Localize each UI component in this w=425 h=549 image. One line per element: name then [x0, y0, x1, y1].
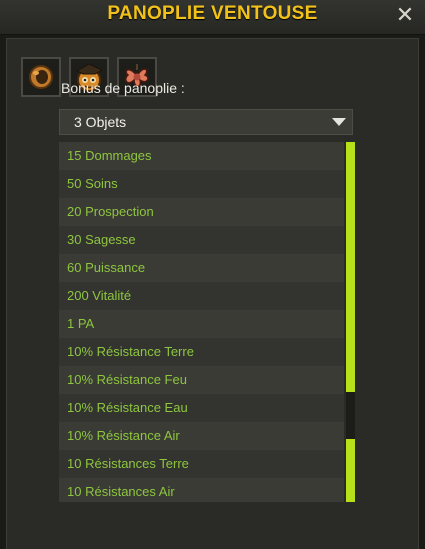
- scrollbar-thumb-upper[interactable]: [346, 142, 355, 392]
- bonus-row: 10% Résistance Feu: [59, 366, 344, 394]
- bonus-row: 10% Résistance Terre: [59, 338, 344, 366]
- bonus-row: 50 Soins: [59, 170, 344, 198]
- bonus-text: 20 Prospection: [67, 204, 154, 219]
- chevron-down-icon: [332, 118, 346, 126]
- close-icon[interactable]: ✕: [393, 4, 417, 28]
- bonus-row: 60 Puissance: [59, 254, 344, 282]
- bonus-row: 10 Résistances Air: [59, 478, 344, 502]
- bonus-row: 10% Résistance Eau: [59, 394, 344, 422]
- dropdown-selected-value: 3 Objets: [74, 114, 127, 130]
- bonus-text: 30 Sagesse: [67, 232, 136, 247]
- bonus-text: 10% Résistance Terre: [67, 344, 194, 359]
- bonus-text: 10% Résistance Air: [67, 428, 180, 443]
- bonus-text: 10 Résistances Terre: [67, 456, 189, 471]
- bonus-row: 200 Vitalité: [59, 282, 344, 310]
- bonus-row: 1 PA: [59, 310, 344, 338]
- bonus-row: 20 Prospection: [59, 198, 344, 226]
- bonus-text: 60 Puissance: [67, 260, 146, 275]
- bonus-list-scrollbar[interactable]: [346, 142, 355, 502]
- set-item-ring[interactable]: [21, 57, 61, 97]
- bonus-row: 15 Dommages: [59, 142, 344, 170]
- bonus-text: 10 Résistances Air: [67, 484, 175, 499]
- scrollbar-thumb-lower[interactable]: [346, 439, 355, 502]
- bonus-text: 200 Vitalité: [67, 288, 132, 303]
- bonus-list: 15 Dommages 50 Soins 20 Prospection 30 S…: [59, 142, 355, 502]
- bonus-row: 10 Résistances Terre: [59, 450, 344, 478]
- window-title: PANOPLIE VENTOUSE: [107, 3, 318, 24]
- bonus-count-dropdown[interactable]: 3 Objets: [59, 109, 353, 135]
- bonus-row: 10% Résistance Air: [59, 422, 344, 450]
- bonus-text: 1 PA: [67, 316, 95, 331]
- bonus-text: 50 Soins: [67, 176, 118, 191]
- bonus-text: 10% Résistance Feu: [67, 372, 187, 387]
- bonus-text: 15 Dommages: [67, 148, 152, 163]
- ring-icon: [29, 65, 53, 89]
- bonus-row: 30 Sagesse: [59, 226, 344, 254]
- bonus-label: Bonus de panoplie :: [61, 80, 185, 96]
- bonus-text: 10% Résistance Eau: [67, 400, 188, 415]
- title-bar: PANOPLIE VENTOUSE ✕: [0, 0, 425, 35]
